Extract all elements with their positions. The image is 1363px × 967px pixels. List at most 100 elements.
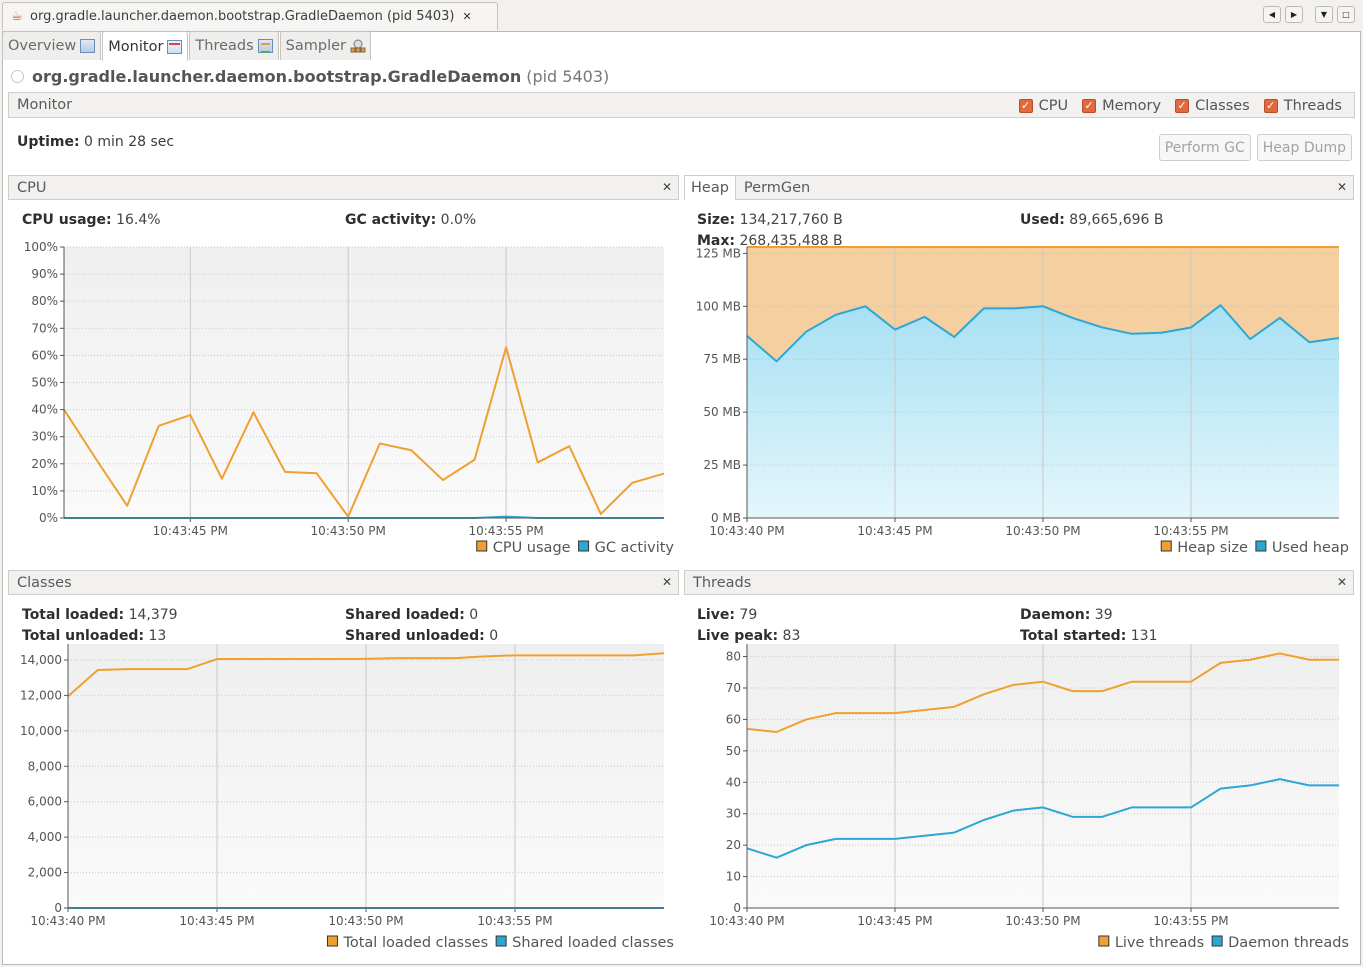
process-title: org.gradle.launcher.daemon.bootstrap.Gra… [11,67,609,86]
stat-label: Used: [1020,212,1065,228]
heap-dump-button[interactable]: Heap Dump [1256,134,1352,161]
y-tick-label: 20% [31,457,58,471]
y-tick-label: 30 [726,807,741,821]
chart-legend: Shared loaded classes Total loaded classe… [326,935,674,951]
chart-legend: GC activity CPU usage [476,540,675,556]
y-tick-label: 70 [726,681,741,695]
y-tick-label: 12,000 [20,688,62,702]
monitor-section-title: Monitor [17,97,73,113]
y-tick-label: 0 [54,901,62,915]
checkbox-threads-label: Threads [1283,98,1342,114]
x-tick-label: 10:43:40 PM [30,914,105,928]
y-tick-label: 10 [726,870,741,884]
tab-sampler-label: Sampler [285,38,347,54]
y-tick-label: 8,000 [28,759,62,773]
maximize-button[interactable]: □ [1337,6,1355,23]
y-tick-label: 60 [726,712,741,726]
close-tab-icon[interactable]: ✕ [462,10,471,23]
tab-threads[interactable]: Threads [189,31,279,60]
tab-overview[interactable]: Overview [2,31,102,60]
legend-label: Heap size [1177,540,1248,556]
legend-label: Daemon threads [1228,935,1349,951]
checkbox-checked-icon: ✓ [1082,99,1097,113]
process-pid: (pid 5403) [526,67,610,86]
y-tick-label: 100% [24,240,58,254]
x-tick-label: 10:43:55 PM [1153,914,1228,928]
cpu-usage-stat: CPU usage: 16.4% [22,212,161,228]
x-tick-label: 10:43:50 PM [328,914,403,928]
checkbox-classes-label: Classes [1195,98,1250,114]
x-tick-label: 10:43:40 PM [709,524,784,538]
close-cpu-panel-icon[interactable]: ✕ [662,180,672,194]
cpu-panel: CPU ✕ CPU usage: 16.4% GC activity: 0.0%… [8,175,679,566]
legend-label: GC activity [595,540,675,556]
tab-threads-label: Threads [195,38,254,54]
legend-swatch [495,935,507,947]
y-tick-label: 100 MB [696,299,741,313]
y-tick-label: 0% [39,511,58,525]
close-classes-panel-icon[interactable]: ✕ [662,575,672,589]
y-tick-label: 20 [726,838,741,852]
tab-heap[interactable]: Heap [685,175,736,200]
legend-label: Used heap [1272,540,1349,556]
perform-gc-button[interactable]: Perform GC [1158,134,1251,161]
document-tab-title: org.gradle.launcher.daemon.bootstrap.Gra… [30,9,455,24]
close-threads-panel-icon[interactable]: ✕ [1337,575,1347,589]
close-memory-panel-icon[interactable]: ✕ [1337,180,1347,194]
legend-swatch [578,540,590,552]
x-tick-label: 10:43:45 PM [857,914,932,928]
stat-value: 79 [739,607,758,623]
y-tick-label: 90% [31,267,58,281]
checkbox-memory[interactable]: ✓ Memory [1082,98,1161,114]
y-tick-label: 80% [31,294,58,308]
checkbox-cpu[interactable]: ✓ CPU [1018,98,1069,114]
y-tick-label: 2,000 [28,866,62,880]
x-tick-label: 10:43:50 PM [311,524,386,538]
classes-panel-header: Classes ✕ [8,570,679,595]
y-tick-label: 50% [31,376,58,390]
tab-sampler[interactable]: Sampler [279,31,372,60]
monitor-view: org.gradle.launcher.daemon.bootstrap.Gra… [3,61,1360,964]
checkbox-threads[interactable]: ✓ Threads [1263,98,1342,114]
legend-swatch [326,935,338,947]
cpu-panel-header: CPU ✕ [8,175,679,200]
y-tick-label: 0 MB [711,511,741,525]
memory-panel: Heap PermGen ✕ Size: 134,217,760 B Used:… [684,175,1354,566]
stat-label: Live: [697,607,735,623]
y-tick-label: 40 [726,775,741,789]
x-tick-label: 10:43:40 PM [709,914,784,928]
daemon-threads-stat: Daemon: 39 [1020,607,1113,623]
live-threads-stat: Live: 79 [697,607,757,623]
x-tick-label: 10:43:45 PM [179,914,254,928]
x-tick-label: 10:43:50 PM [1005,524,1080,538]
x-tick-label: 10:43:50 PM [1005,914,1080,928]
uptime-label: Uptime: [17,134,80,150]
threads-chart: 0 10 20 30 40 50 60 70 80 10:43:40 PM 10:43:45 PM 1… [709,644,1349,951]
legend-label: Live threads [1115,935,1204,951]
document-tab[interactable]: ☕ org.gradle.launcher.daemon.bootstrap.G… [2,2,498,30]
checkbox-classes[interactable]: ✓ Classes [1175,98,1250,114]
y-tick-label: 0 [733,901,741,915]
view-tabs: Overview Monitor Threads Sampler [2,31,372,61]
scroll-left-button[interactable]: ◀ [1263,6,1281,23]
tab-permgen[interactable]: PermGen [736,176,816,200]
scroll-right-button[interactable]: ▶ [1285,6,1303,23]
threads-panel-title: Threads [693,574,752,591]
shared-loaded-stat: Shared loaded: 0 [345,607,478,623]
checkbox-checked-icon: ✓ [1018,99,1033,113]
tab-monitor[interactable]: Monitor [102,31,189,61]
y-tick-label: 70% [31,321,58,335]
stat-value: 134,217,760 B [739,212,843,228]
checkbox-cpu-label: CPU [1038,98,1069,114]
uptime-value: 0 min 28 sec [84,134,175,150]
sampler-icon [350,39,366,53]
stat-value: 14,379 [128,607,178,623]
stat-label: GC activity: [345,212,437,228]
java-app-icon: ☕ [11,9,23,24]
legend-swatch [476,540,488,552]
stat-label: Shared loaded: [345,607,465,623]
heap-chart: 0 MB 25 MB 50 MB 75 MB 100 MB 125 MB 10:43:40 … [696,246,1349,556]
tab-list-dropdown-button[interactable]: ▼ [1315,6,1333,23]
tab-permgen-label: PermGen [743,179,811,196]
x-tick-label: 10:43:55 PM [468,524,543,538]
